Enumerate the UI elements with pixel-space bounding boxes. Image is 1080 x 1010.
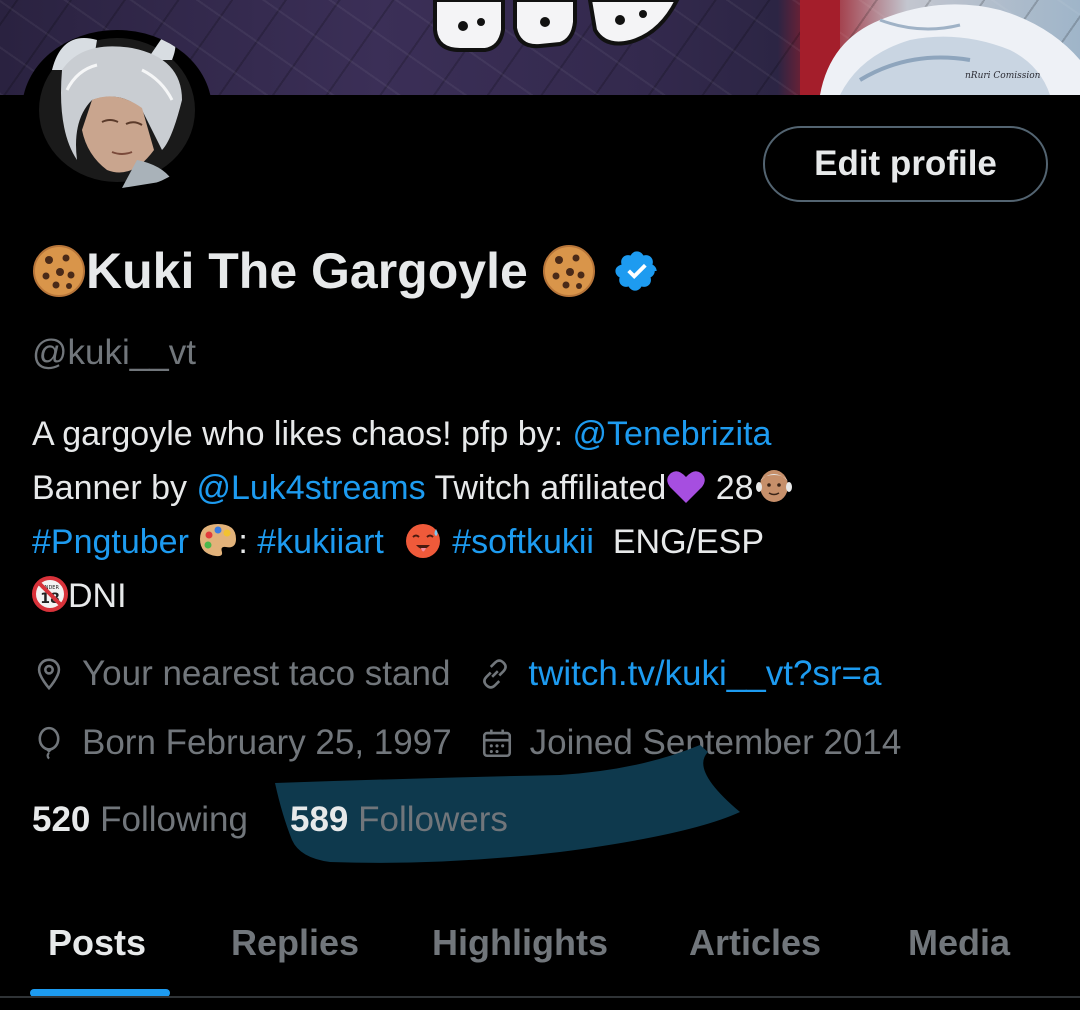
- tab-replies[interactable]: Replies: [231, 905, 359, 980]
- following-count: 520: [32, 800, 91, 839]
- following-link[interactable]: 520 Following: [32, 800, 248, 840]
- follow-stats: 520 Following 589 Followers: [32, 800, 550, 840]
- older-person-icon: [755, 470, 792, 502]
- birthday-item: Born February 25, 1997: [32, 723, 452, 763]
- profile-bio: A gargoyle who likes chaos! pfp by: @Ten…: [32, 407, 1062, 623]
- bio-mention-link[interactable]: @Tenebrizita: [573, 415, 772, 453]
- profile-handle: @kuki__vt: [32, 333, 196, 372]
- tab-media[interactable]: Media: [908, 905, 1010, 980]
- location-item: Your nearest taco stand: [32, 654, 450, 694]
- bio-line: #Pngtuber : #kukiiart #softkukii ENG/ESP: [32, 515, 1062, 569]
- tab-articles[interactable]: Articles: [689, 905, 821, 980]
- joined-text: Joined September 2014: [529, 723, 902, 762]
- website-link[interactable]: twitch.tv/kuki__vt?sr=a: [528, 654, 881, 694]
- balloon-icon: [38, 726, 60, 760]
- profile-tabs: Posts Replies Highlights Articles Media: [0, 905, 1080, 998]
- followers-link[interactable]: 589 Followers: [290, 800, 508, 840]
- joined-item: Joined September 2014: [480, 723, 902, 763]
- bio-text: Banner by: [32, 469, 197, 507]
- bio-hashtag-link[interactable]: #softkukii: [452, 523, 594, 561]
- bio-text: 28: [706, 469, 754, 507]
- hot-face-icon: [405, 524, 440, 558]
- avatar-image: [39, 37, 195, 188]
- bio-text: DNI: [68, 577, 127, 615]
- followers-count: 589: [290, 800, 349, 839]
- birthday-text: Born February 25, 1997: [82, 723, 452, 762]
- followers-label: Followers: [358, 800, 508, 839]
- bio-mention-link[interactable]: @Luk4streams: [196, 469, 425, 507]
- website-item[interactable]: twitch.tv/kuki__vt?sr=a: [478, 654, 881, 694]
- profile-avatar[interactable]: [22, 30, 212, 190]
- profile-meta-row: Born February 25, 1997 Joined September …: [32, 717, 929, 769]
- display-name: Kuki The Gargoyle: [86, 243, 528, 299]
- cookie-icon: [542, 245, 595, 297]
- bio-line: A gargoyle who likes chaos! pfp by: @Ten…: [32, 407, 1062, 461]
- following-label: Following: [100, 800, 248, 839]
- profile-meta-row: Your nearest taco stand twitch.tv/kuki__…: [32, 648, 909, 700]
- bio-line: UNDER 18 DNI: [32, 569, 1062, 623]
- banner-logo-art: [433, 0, 680, 52]
- bio-hashtag-link[interactable]: #Pngtuber: [32, 523, 189, 561]
- verified-badge-icon[interactable]: [614, 248, 660, 294]
- location-pin-icon: [37, 658, 61, 691]
- artist-palette-icon: [200, 524, 237, 557]
- display-name-row: Kuki The Gargoyle: [32, 236, 660, 306]
- no-under-18-icon: UNDER18: [32, 576, 68, 612]
- purple-heart-icon: [667, 471, 706, 503]
- cookie-icon: [33, 245, 85, 297]
- bio-text: Twitch affiliated: [425, 469, 667, 507]
- edit-profile-button[interactable]: Edit profile: [763, 126, 1048, 202]
- tabs-divider: [0, 996, 1080, 998]
- bio-text: :: [238, 523, 258, 561]
- bio-line: Banner by @Luk4streams Twitch affiliated…: [32, 461, 1062, 515]
- bio-text: A gargoyle who likes chaos! pfp by:: [32, 415, 573, 453]
- tab-posts[interactable]: Posts: [48, 905, 146, 980]
- tab-highlights[interactable]: Highlights: [432, 905, 608, 980]
- link-icon: [483, 659, 508, 689]
- calendar-icon: [482, 729, 511, 758]
- bio-hashtag-link[interactable]: #kukiiart: [257, 523, 384, 561]
- banner-artist-signature: nRuri Comission: [965, 71, 1041, 81]
- location-text: Your nearest taco stand: [82, 654, 451, 693]
- bio-text: ENG/ESP: [593, 523, 765, 561]
